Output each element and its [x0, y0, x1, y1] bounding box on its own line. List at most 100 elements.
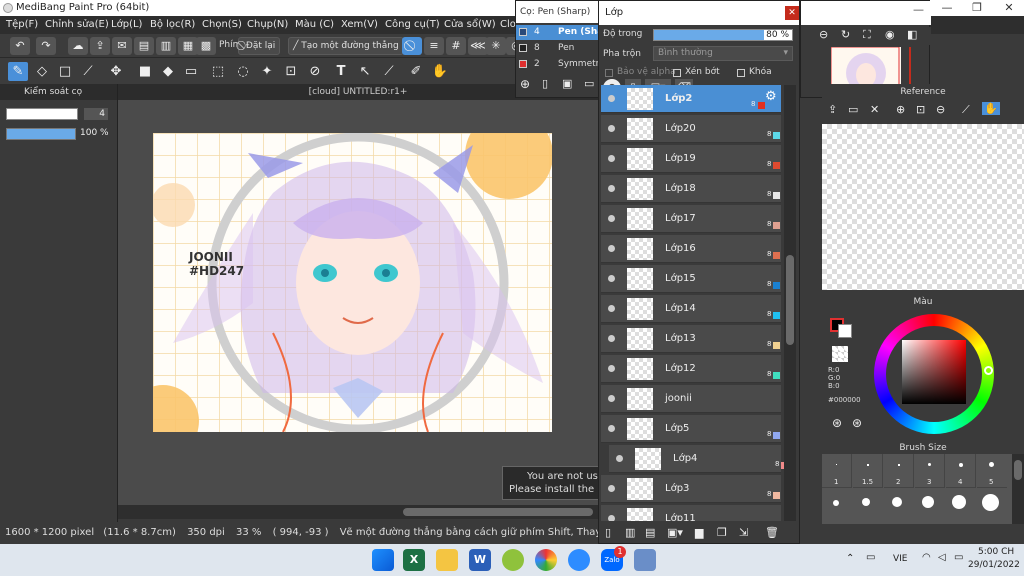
menu-view[interactable]: Xem(V) [341, 19, 378, 30]
radial-snap-icon[interactable]: ⋘ [468, 37, 488, 55]
file-explorer-icon[interactable] [436, 549, 458, 571]
hue-marker[interactable] [984, 366, 993, 375]
display-icon[interactable]: ▭ [866, 552, 875, 563]
flip-icon[interactable]: ◧ [907, 28, 917, 41]
eye-icon[interactable] [608, 335, 615, 342]
radial-line-icon[interactable]: ✳ [486, 37, 506, 55]
size-dot[interactable] [952, 495, 966, 509]
language-indicator[interactable]: VIE [893, 554, 908, 564]
excel-icon[interactable]: X [403, 549, 425, 571]
size-cell[interactable]: 5 [977, 454, 1007, 488]
pen-tool-icon[interactable]: ✐ [406, 62, 426, 81]
layer-row[interactable]: Lớp13 8 [601, 325, 781, 353]
brush-size-scrollbar[interactable] [1012, 454, 1024, 524]
eye-icon[interactable] [608, 485, 615, 492]
delete-reference-icon[interactable]: ✕ [870, 103, 879, 116]
eye-icon[interactable] [608, 305, 615, 312]
folder-open-icon[interactable]: ▭ [848, 103, 858, 116]
menu-layer[interactable]: Lớp(L) [111, 19, 142, 30]
menu-filter[interactable]: Bộ lọc(R) [150, 19, 195, 30]
brush-size-value[interactable]: 4 [84, 108, 108, 120]
menu-tools[interactable]: Công cụ(T) [385, 19, 440, 30]
layer-row[interactable]: Lớp15 8 [601, 265, 781, 293]
calculator-icon[interactable] [634, 549, 656, 571]
size-cell[interactable]: 1.5 [853, 454, 883, 488]
layer-row[interactable]: joonii [601, 385, 781, 413]
eye-icon[interactable] [608, 185, 615, 192]
brush-page-icon[interactable]: ▯ [542, 77, 548, 90]
layer-row[interactable]: Lớp16 8 [601, 235, 781, 263]
comment-icon[interactable]: ✉ [112, 37, 132, 55]
layout-icon[interactable]: ▩ [196, 37, 216, 55]
gear-icon[interactable]: ⚙ [765, 89, 777, 104]
clip-checkbox[interactable] [673, 69, 681, 77]
brush-opacity-slider[interactable] [6, 128, 76, 140]
sv-square[interactable] [902, 340, 966, 404]
undo-icon[interactable]: ↶ [10, 37, 30, 55]
clock-time[interactable]: 5:00 CH [978, 547, 1014, 557]
lock-checkbox[interactable] [737, 69, 745, 77]
select-tool-icon[interactable]: ⬚ [208, 62, 228, 81]
grid-icon[interactable]: ▦ [178, 37, 198, 55]
menu-select[interactable]: Chọn(S) [202, 19, 242, 30]
brush-tool-icon[interactable]: ✎ [8, 62, 28, 81]
layer-row[interactable]: Lớp3 8 [601, 475, 781, 503]
eye-icon[interactable] [608, 365, 615, 372]
size-dot[interactable] [833, 500, 839, 506]
menu-file[interactable]: Tệp(F) [6, 19, 38, 30]
layer-row[interactable]: Lớp18 8 [601, 175, 781, 203]
new-halftone-icon[interactable]: ▥ [625, 526, 635, 539]
layer-row[interactable]: Lớp2 8 ⚙ [601, 85, 781, 113]
reset-view-icon[interactable]: ◉ [885, 28, 895, 41]
brush-size-slider[interactable] [6, 108, 78, 120]
eye-icon[interactable] [608, 215, 615, 222]
reset-button[interactable]: ⃠ Đặt lại [238, 37, 281, 55]
close-button[interactable]: ✕ [994, 0, 1024, 16]
eyedropper-icon[interactable]: ⟋ [379, 62, 399, 81]
layer-row[interactable]: Lớp14 8 [601, 295, 781, 323]
move-tool-icon[interactable]: ✥ [106, 62, 126, 81]
select-pen-icon[interactable]: ⊡ [281, 62, 301, 81]
zoom-in-icon[interactable]: ⊕ [896, 103, 905, 116]
eye-icon[interactable] [608, 95, 615, 102]
text-tool-icon[interactable]: T [331, 62, 351, 81]
lasso-tool-icon[interactable]: ◌ [233, 62, 253, 81]
brush-item[interactable]: 8 Pen [516, 41, 600, 56]
layer-row[interactable]: Lớp12 8 [601, 355, 781, 383]
zoom-icon[interactable] [568, 549, 590, 571]
eye-icon[interactable] [608, 425, 615, 432]
hand-tool-icon[interactable]: ✋ [430, 62, 450, 81]
layer-type-menu-icon[interactable]: ▣▾ [667, 526, 683, 539]
rotate-icon[interactable]: ↻ [841, 28, 850, 41]
size-cell[interactable]: 2 [884, 454, 914, 488]
brush-size-scroll-thumb[interactable] [1014, 460, 1022, 480]
menu-color[interactable]: Màu (C) [295, 19, 334, 30]
new-8bit-icon[interactable]: ▤ [645, 526, 655, 539]
gradient-tool-icon[interactable]: ▭ [181, 62, 201, 81]
eye-icon[interactable] [616, 455, 623, 462]
minimize-button[interactable]: — [932, 0, 962, 16]
eye-icon[interactable] [608, 275, 615, 282]
layer-row[interactable]: Lớp5 8 [601, 415, 781, 443]
transparent-color[interactable] [832, 346, 848, 362]
layer-scroll-thumb[interactable] [786, 255, 794, 345]
background-color[interactable] [838, 324, 852, 338]
start-icon[interactable] [372, 549, 394, 571]
eye-icon[interactable] [608, 395, 615, 402]
eye-icon[interactable] [608, 155, 615, 162]
new-layer-icon[interactable]: ▯ [605, 526, 611, 539]
straight-line-button[interactable]: ╱ Tạo một đường thẳng [288, 37, 404, 55]
size-dot[interactable] [922, 496, 934, 508]
redo-icon[interactable]: ↷ [36, 37, 56, 55]
panel-icon[interactable]: ▤ [134, 37, 154, 55]
fill-shape-icon[interactable]: ■ [135, 62, 155, 81]
maximize-button[interactable]: ❐ [962, 0, 992, 16]
zoom-out-icon[interactable]: ⊖ [819, 28, 828, 41]
eye-icon[interactable] [608, 125, 615, 132]
layer-row[interactable]: Lớp17 8 [601, 205, 781, 233]
chevron-up-icon[interactable]: ⌃ [846, 553, 854, 564]
chrome-icon[interactable] [535, 549, 557, 571]
blend-mode-select[interactable]: Bình thường ▾ [653, 46, 793, 61]
menu-capture[interactable]: Chụp(N) [247, 19, 288, 30]
magic-wand-icon[interactable]: ✦ [257, 62, 277, 81]
